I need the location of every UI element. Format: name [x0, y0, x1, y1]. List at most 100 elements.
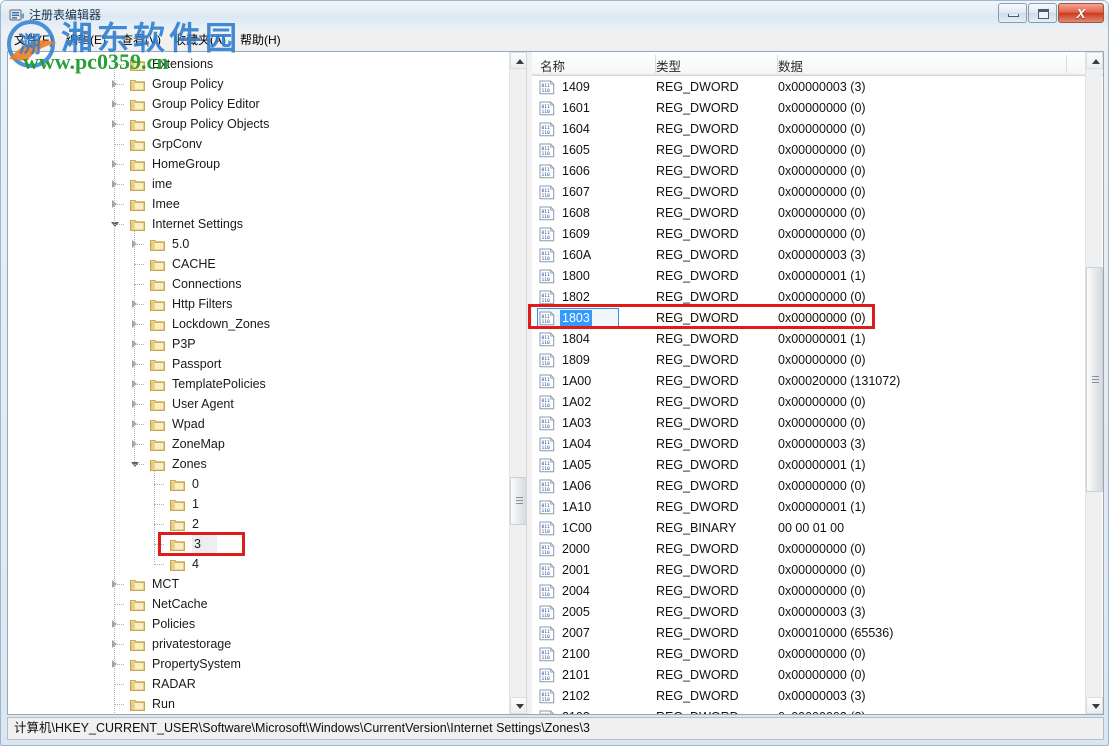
- registry-values-list[interactable]: 0111101409REG_DWORD0x00000003 (3)0111101…: [532, 77, 1103, 714]
- value-type-cell: REG_DWORD: [656, 310, 739, 327]
- menu-item-3[interactable]: 收藏夹(A): [172, 32, 228, 48]
- table-row[interactable]: 0111102103REG_DWORD0x00000003 (3): [532, 707, 1103, 714]
- value-name-cell: 1608: [562, 205, 590, 222]
- svg-text:110: 110: [542, 193, 551, 199]
- svg-text:110: 110: [542, 445, 551, 451]
- svg-text:110: 110: [542, 172, 551, 178]
- value-name-cell: 1606: [562, 163, 590, 180]
- folder-icon: [130, 577, 145, 590]
- table-row[interactable]: 0111101604REG_DWORD0x00000000 (0): [532, 119, 1103, 140]
- chevron-down-icon: [1092, 704, 1100, 709]
- value-type-cell: REG_DWORD: [656, 121, 739, 138]
- tree-scrollbar[interactable]: [509, 52, 526, 714]
- title-bar[interactable]: 注册表编辑器 X: [1, 1, 1108, 29]
- registry-values-pane[interactable]: 名称 类型 数据 011110 1409 REG_DWORD 0x00000003 (3)…: [532, 52, 1103, 714]
- table-row[interactable]: 0111102101REG_DWORD0x00000000 (0): [532, 665, 1103, 686]
- value-data-cell: 0x00000003 (3): [778, 688, 866, 705]
- table-row[interactable]: 0111102004REG_DWORD0x00000000 (0): [532, 581, 1103, 602]
- menu-item-0[interactable]: 文件(F): [12, 32, 55, 48]
- table-row[interactable]: 0111101608REG_DWORD0x00000000 (0): [532, 203, 1103, 224]
- registry-editor-window: 注册表编辑器 X 文件(F) 编辑(E) 查看(V) 收藏夹(A) 帮助(H) Exte…: [0, 0, 1109, 746]
- table-row[interactable]: 0111101803REG_DWORD0x00000000 (0): [532, 308, 1103, 329]
- folder-icon: [130, 677, 145, 690]
- registry-value-icon: 011110: [539, 437, 555, 452]
- folder-icon: [170, 497, 185, 510]
- svg-text:110: 110: [542, 151, 551, 157]
- svg-text:110: 110: [542, 466, 551, 472]
- minimize-button[interactable]: [998, 3, 1027, 23]
- table-row[interactable]: 0111102007REG_DWORD0x00010000 (65536): [532, 623, 1103, 644]
- list-scroll-down-button[interactable]: [1086, 697, 1103, 714]
- value-data-cell: 00 00 01 00: [778, 520, 844, 537]
- tree-node-label: 1: [192, 494, 199, 514]
- column-header-0[interactable]: 名称: [540, 56, 565, 75]
- value-data-cell: 0x00000001 (1): [778, 499, 866, 516]
- table-row[interactable]: 0111102001REG_DWORD0x00000000 (0): [532, 560, 1103, 581]
- value-type-cell: REG_DWORD: [656, 709, 739, 714]
- value-data-cell: 0x00000000 (0): [778, 478, 866, 495]
- list-scroll-thumb[interactable]: [1086, 267, 1103, 492]
- table-row[interactable]: 0111101802REG_DWORD0x00000000 (0): [532, 287, 1103, 308]
- menu-item-1[interactable]: 编辑(E): [64, 32, 108, 48]
- menu-bar: 文件(F) 编辑(E) 查看(V) 收藏夹(A) 帮助(H): [2, 29, 1108, 50]
- table-row[interactable]: 011110160AREG_DWORD0x00000003 (3): [532, 245, 1103, 266]
- tree-scroll-thumb[interactable]: [510, 477, 527, 525]
- table-row[interactable]: 0111101601REG_DWORD0x00000000 (0): [532, 98, 1103, 119]
- list-scrollbar[interactable]: [1085, 52, 1102, 714]
- maximize-button[interactable]: [1028, 3, 1057, 23]
- value-type-cell: REG_DWORD: [656, 163, 739, 180]
- value-name-cell: 1A00: [562, 373, 591, 390]
- registry-value-icon: 011110: [539, 248, 555, 263]
- registry-value-icon: 011110: [539, 416, 555, 431]
- value-data-cell: 0x00000000 (0): [778, 646, 866, 663]
- svg-text:110: 110: [542, 382, 551, 388]
- table-row[interactable]: 0111101606REG_DWORD0x00000000 (0): [532, 161, 1103, 182]
- list-scroll-up-button[interactable]: [1086, 52, 1103, 69]
- value-name-cell: 1409: [562, 79, 590, 96]
- tree-node-label: Imee: [152, 194, 180, 214]
- table-row[interactable]: 0111101409REG_DWORD0x00000003 (3): [532, 77, 1103, 98]
- value-data-cell: 0x00000000 (0): [778, 583, 866, 600]
- table-row[interactable]: 0111102000REG_DWORD0x00000000 (0): [532, 539, 1103, 560]
- table-row[interactable]: 0111102005REG_DWORD0x00000003 (3): [532, 602, 1103, 623]
- value-data-cell: 0x00000000 (0): [778, 121, 866, 138]
- registry-value-icon: 011110: [539, 605, 555, 620]
- table-row[interactable]: 0111101A03REG_DWORD0x00000000 (0): [532, 413, 1103, 434]
- value-name-cell: 2004: [562, 583, 590, 600]
- table-row[interactable]: 0111101800REG_DWORD0x00000001 (1): [532, 266, 1103, 287]
- table-row[interactable]: 0111101605REG_DWORD0x00000000 (0): [532, 140, 1103, 161]
- registry-tree-pane[interactable]: ExtensionsGroup PolicyGroup Policy Edito…: [8, 52, 527, 714]
- list-column-header[interactable]: 名称 类型 数据: [532, 52, 1103, 76]
- tree-scroll-down-button[interactable]: [510, 697, 527, 714]
- table-row[interactable]: 0111101A10REG_DWORD0x00000001 (1): [532, 497, 1103, 518]
- value-type-cell: REG_DWORD: [656, 604, 739, 621]
- table-row[interactable]: 0111102100REG_DWORD0x00000000 (0): [532, 644, 1103, 665]
- close-button[interactable]: X: [1058, 3, 1104, 23]
- value-data-cell: 0x00000000 (0): [778, 184, 866, 201]
- table-row[interactable]: 0111101A06REG_DWORD0x00000000 (0): [532, 476, 1103, 497]
- table-row[interactable]: 0111101804REG_DWORD0x00000001 (1): [532, 329, 1103, 350]
- svg-text:110: 110: [542, 571, 551, 577]
- table-row[interactable]: 0111101609REG_DWORD0x00000000 (0): [532, 224, 1103, 245]
- menu-item-2[interactable]: 查看(V): [119, 32, 163, 48]
- table-row[interactable]: 0111102102REG_DWORD0x00000003 (3): [532, 686, 1103, 707]
- svg-text:110: 110: [542, 592, 551, 598]
- table-row[interactable]: 0111101A02REG_DWORD0x00000000 (0): [532, 392, 1103, 413]
- value-name-cell: 1604: [562, 121, 590, 138]
- folder-icon: [130, 597, 145, 610]
- tree-node-label: Policies: [152, 614, 195, 634]
- table-row[interactable]: 0111101A00REG_DWORD0x00020000 (131072): [532, 371, 1103, 392]
- menu-item-4[interactable]: 帮助(H): [238, 32, 283, 48]
- tree-scroll-up-button[interactable]: [510, 52, 527, 69]
- table-row[interactable]: 0111101809REG_DWORD0x00000000 (0): [532, 350, 1103, 371]
- tree-node-label: 0: [192, 474, 199, 494]
- table-row[interactable]: 0111101A05REG_DWORD0x00000001 (1): [532, 455, 1103, 476]
- table-row[interactable]: 0111101607REG_DWORD0x00000000 (0): [532, 182, 1103, 203]
- table-row[interactable]: 0111101C00REG_BINARY00 00 01 00: [532, 518, 1103, 539]
- column-header-1[interactable]: 类型: [656, 56, 681, 75]
- table-row[interactable]: 0111101A04REG_DWORD0x00000003 (3): [532, 434, 1103, 455]
- folder-icon: [150, 457, 165, 470]
- value-type-cell: REG_DWORD: [656, 79, 739, 96]
- registry-value-icon: 011110: [539, 479, 555, 494]
- column-header-2[interactable]: 数据: [778, 56, 803, 75]
